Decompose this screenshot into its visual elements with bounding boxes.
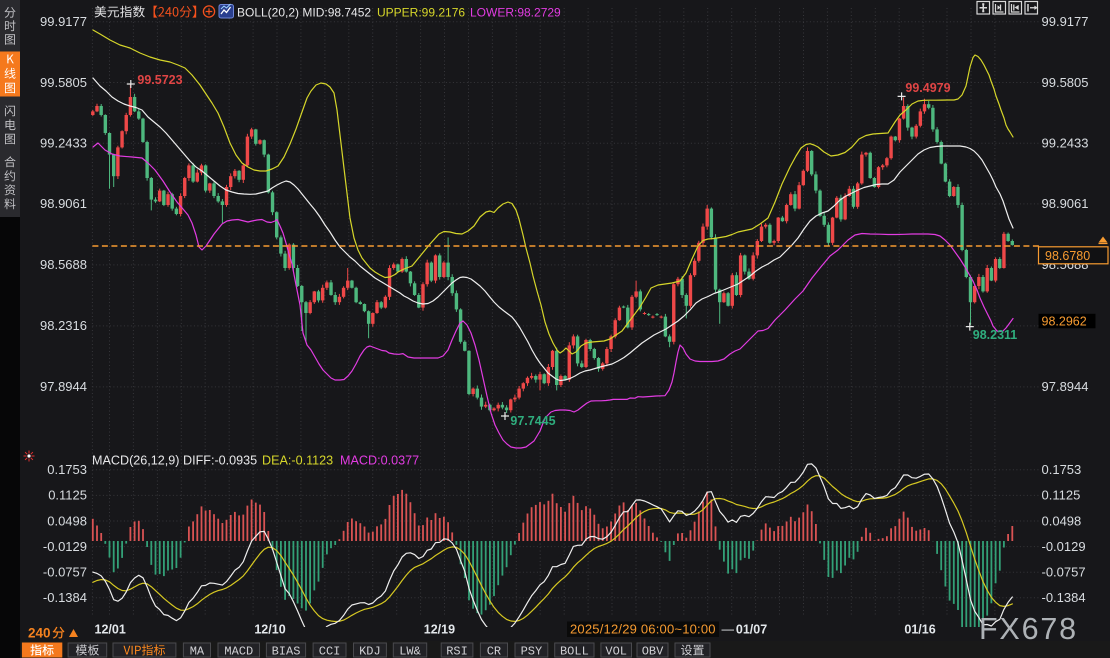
svg-text:98.2311: 98.2311 [973, 328, 1018, 342]
svg-text:99.4979: 99.4979 [905, 81, 950, 95]
svg-text:99.9177: 99.9177 [1042, 14, 1089, 29]
svg-text:FX678: FX678 [979, 612, 1078, 646]
svg-text:240: 240 [28, 626, 51, 641]
svg-text:KDJ: KDJ [359, 645, 381, 658]
svg-text:97.7445: 97.7445 [510, 414, 555, 428]
svg-text:97.8944: 97.8944 [40, 379, 87, 394]
svg-text:-0.0757: -0.0757 [1042, 565, 1086, 580]
svg-text:-0.1384: -0.1384 [43, 590, 87, 605]
svg-text:0.1753: 0.1753 [1042, 462, 1082, 477]
svg-text:MACD: MACD [224, 645, 253, 658]
svg-text:BIAS: BIAS [272, 645, 301, 658]
svg-text:98.9061: 98.9061 [40, 196, 87, 211]
svg-text:01/07: 01/07 [736, 623, 767, 637]
svg-text:01/16: 01/16 [904, 623, 935, 637]
svg-text:UPPER:99.2176: UPPER:99.2176 [377, 5, 465, 19]
svg-text:-0.1384: -0.1384 [1042, 590, 1086, 605]
svg-text:RSI: RSI [446, 645, 468, 658]
svg-text:BOLL: BOLL [560, 645, 589, 658]
svg-text:—: — [722, 623, 735, 637]
svg-text:-0.0129: -0.0129 [43, 539, 87, 554]
svg-text:VOL: VOL [605, 645, 627, 658]
svg-text:DEA:-0.1123: DEA:-0.1123 [262, 454, 333, 468]
svg-text:-0.0757: -0.0757 [43, 565, 87, 580]
svg-text:2025/12/29 06:00~10:00: 2025/12/29 06:00~10:00 [570, 622, 716, 637]
svg-text:BOLL(20,2) MID:98.7452: BOLL(20,2) MID:98.7452 [237, 5, 371, 19]
svg-text:97.8944: 97.8944 [1042, 379, 1089, 394]
svg-text:-0.0129: -0.0129 [1042, 539, 1086, 554]
svg-text:0.0498: 0.0498 [47, 513, 87, 528]
svg-text:CR: CR [487, 645, 501, 658]
svg-text:MACD(26,12,9) DIFF:-0.0935: MACD(26,12,9) DIFF:-0.0935 [92, 454, 257, 468]
svg-text:98.2962: 98.2962 [1042, 314, 1087, 328]
svg-text:OBV: OBV [642, 645, 664, 658]
svg-text:LW&: LW& [399, 645, 421, 658]
svg-text:0.0498: 0.0498 [1042, 513, 1082, 528]
svg-text:CCI: CCI [319, 645, 341, 658]
svg-text:12/10: 12/10 [254, 623, 285, 637]
svg-text:98.6780: 98.6780 [1045, 249, 1090, 263]
svg-text:99.9177: 99.9177 [40, 14, 87, 29]
svg-text:0.1125: 0.1125 [48, 488, 87, 503]
svg-text:MACD:0.0377: MACD:0.0377 [340, 454, 419, 468]
svg-text:12/19: 12/19 [424, 623, 455, 637]
svg-text:MA: MA [190, 645, 205, 658]
svg-text:98.9061: 98.9061 [1042, 196, 1089, 211]
svg-text:12/01: 12/01 [95, 623, 126, 637]
svg-text:PSY: PSY [521, 645, 543, 658]
svg-text:LOWER:98.2729: LOWER:98.2729 [470, 5, 561, 19]
svg-text:0.1125: 0.1125 [1042, 488, 1081, 503]
svg-text:99.2433: 99.2433 [1042, 136, 1089, 151]
svg-text:99.5805: 99.5805 [1042, 75, 1089, 90]
svg-text:98.5688: 98.5688 [40, 257, 87, 272]
svg-text:99.5723: 99.5723 [137, 73, 182, 87]
svg-text:0.1753: 0.1753 [47, 462, 87, 477]
svg-text:99.5805: 99.5805 [40, 75, 87, 90]
svg-text:98.2316: 98.2316 [40, 318, 87, 333]
svg-text:99.2433: 99.2433 [40, 136, 87, 151]
